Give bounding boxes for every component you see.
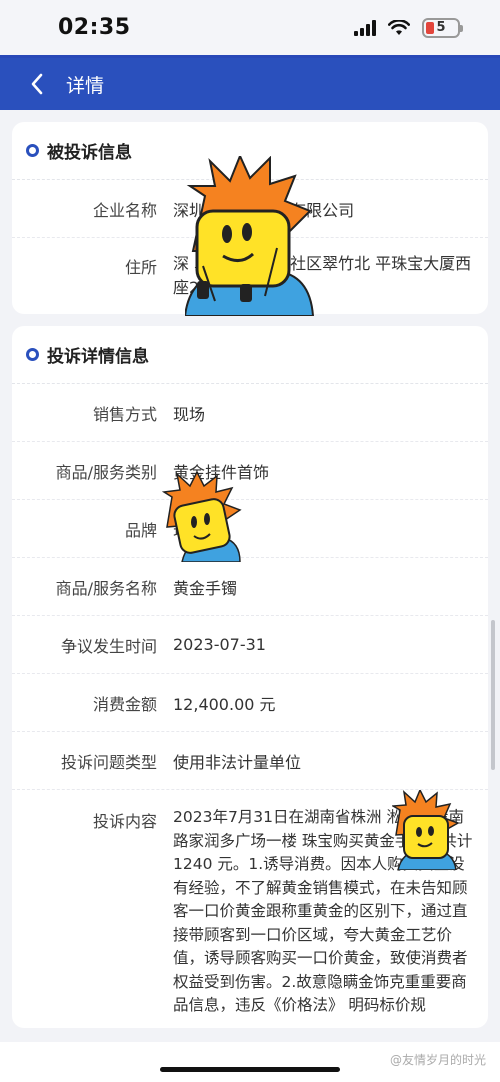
section-dot-icon [26,144,39,157]
section-dot-icon [26,348,39,361]
section-title: 投诉详情信息 [47,347,149,367]
mascot-sticker-icon [392,790,460,870]
field-label: 争议发生时间 [60,636,157,656]
back-button[interactable] [30,69,52,99]
field-label: 品牌 [124,520,157,540]
home-indicator[interactable] [160,1067,340,1072]
field-value: 黄金手镯 [173,578,238,598]
field-value: 12,400.00 元 [173,694,276,714]
brand-row: 品牌 珠宝 [12,500,488,558]
product-name-row: 商品/服务名称 黄金手镯 [12,558,488,616]
chevron-left-icon [31,73,43,95]
field-label: 销售方式 [92,404,157,424]
field-label: 投诉问题类型 [60,752,157,772]
field-label: 投诉内容 [92,812,157,831]
field-label: 企业名称 [92,200,157,220]
card-header: 投诉详情信息 [12,326,488,384]
battery-icon: 5 [422,17,463,38]
field-label: 商品/服务类别 [55,462,157,482]
mascot-sticker-icon [185,156,315,316]
status-time: 02:35 [58,15,131,40]
watermark: @友情岁月的时光 [389,1053,486,1067]
category-row: 商品/服务类别 黄金挂件首饰 [12,442,488,500]
signal-icon [354,19,376,36]
dispute-date-row: 争议发生时间 2023-07-31 [12,616,488,674]
status-icons: 5 [354,17,463,38]
status-bar: 02:35 5 [0,0,500,58]
issue-type-row: 投诉问题类型 使用非法计量单位 [12,732,488,790]
field-label: 消费金额 [92,694,157,714]
complaint-details-card: 投诉详情信息 销售方式 现场 商品/服务类别 黄金挂件首饰 品牌 珠宝 商品/服… [12,326,488,1028]
section-title: 被投诉信息 [47,143,132,163]
amount-row: 消费金额 12,400.00 元 [12,674,488,732]
field-value: 2023-07-31 [173,635,266,654]
wifi-icon [388,19,410,35]
battery-level: 5 [436,20,446,35]
nav-bar: 详情 [0,58,500,110]
field-label: 商品/服务名称 [55,578,157,598]
mascot-sticker-icon [162,472,242,562]
scrollbar[interactable] [491,620,495,770]
page-title: 详情 [66,74,105,97]
field-value: 现场 [173,404,206,424]
field-value: 使用非法计量单位 [173,752,302,772]
sale-method-row: 销售方式 现场 [12,384,488,442]
field-label: 住所 [124,258,157,277]
